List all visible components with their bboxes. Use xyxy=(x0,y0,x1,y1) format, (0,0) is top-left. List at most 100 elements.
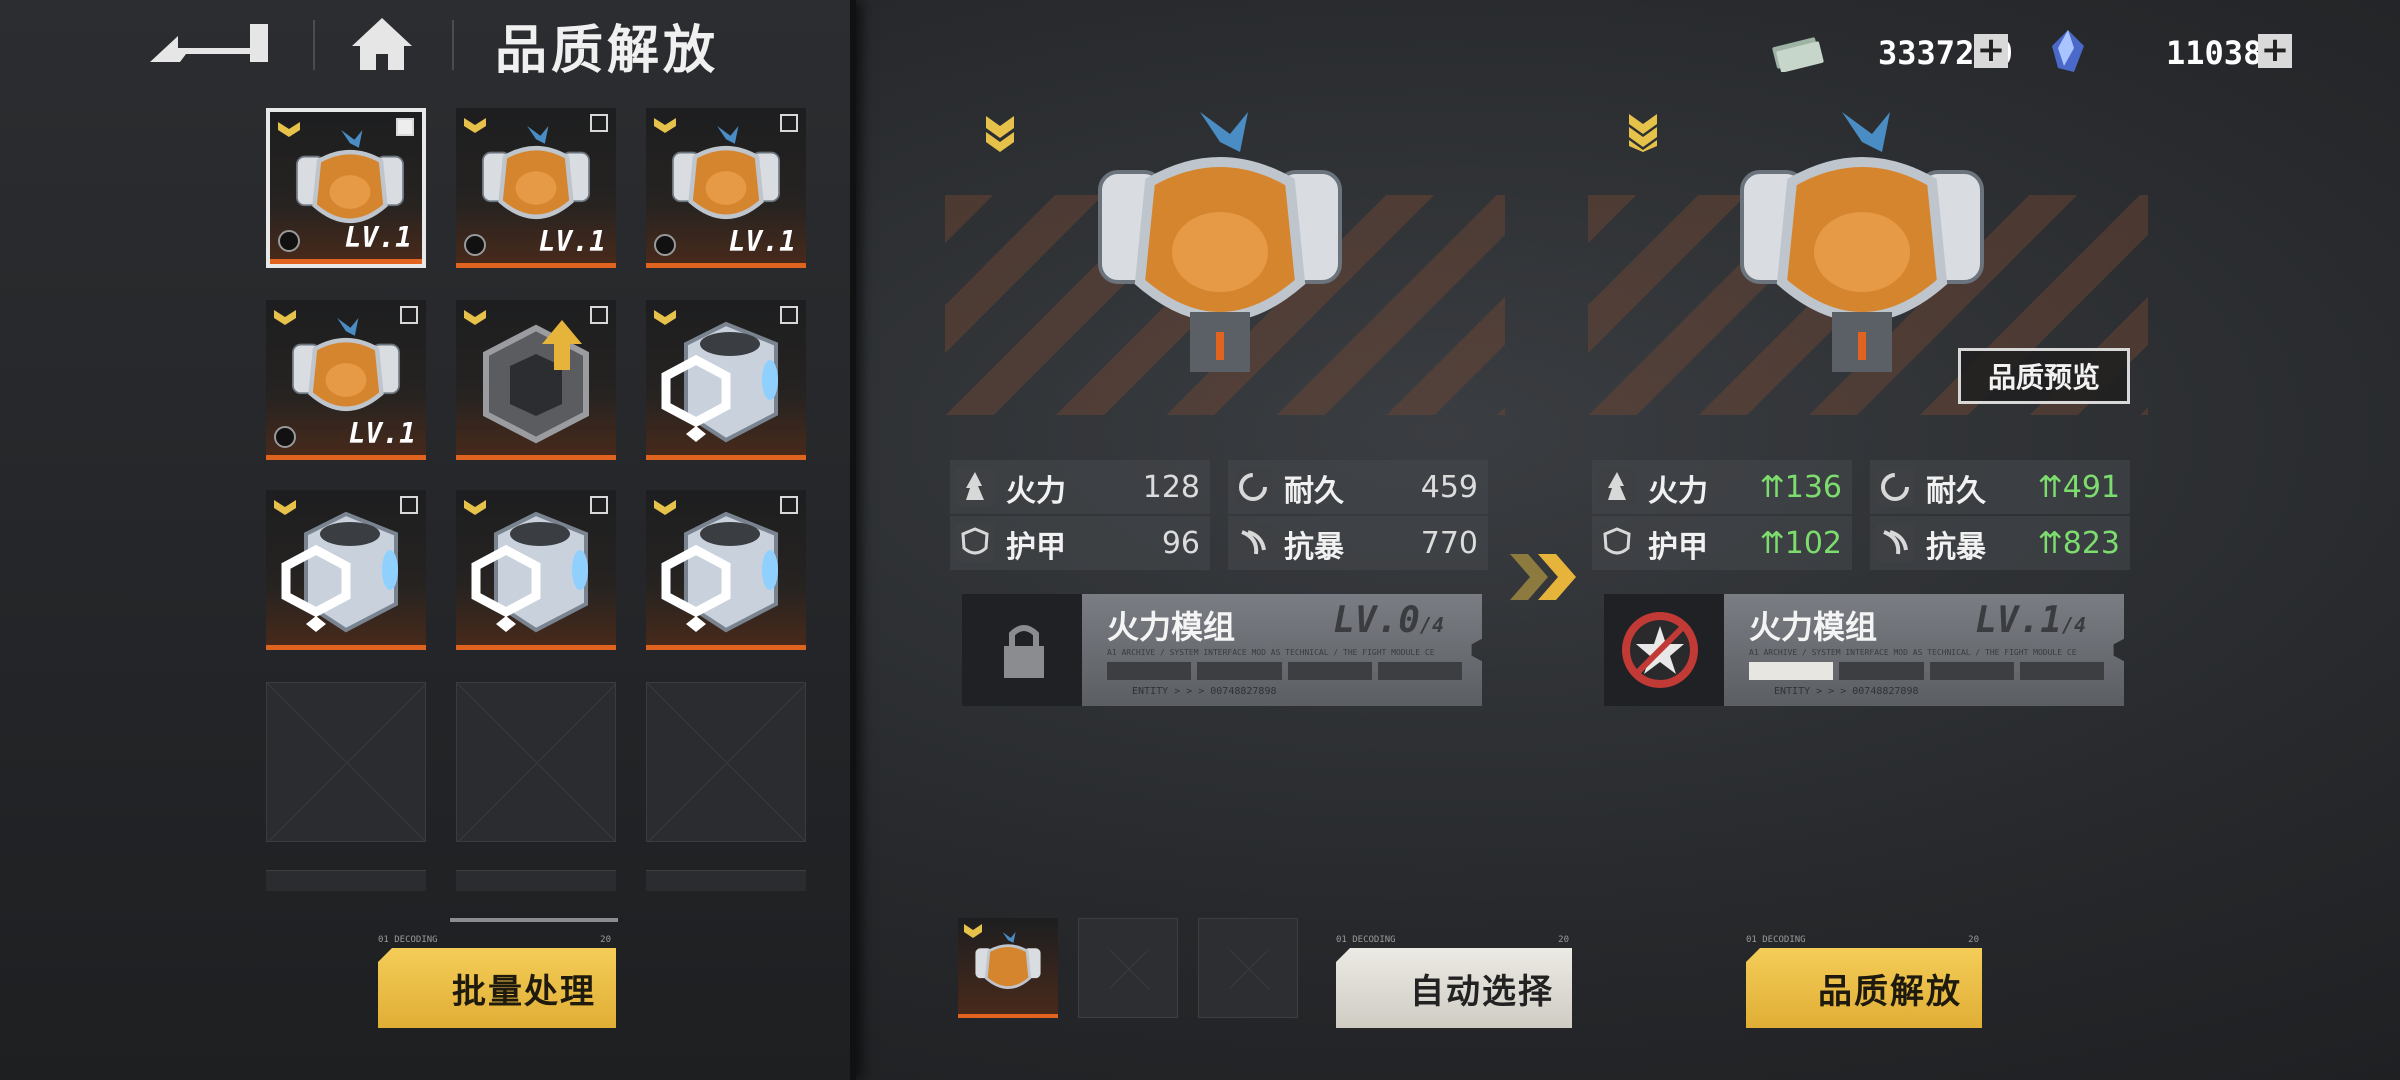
item-level: LV.1 xyxy=(344,221,412,254)
module-progress-segment xyxy=(1197,662,1282,680)
rank-badge-icon xyxy=(1629,114,1657,152)
armor-icon xyxy=(956,524,994,562)
module-code: ENTITY > > > 00748827898 xyxy=(1132,686,1277,697)
empty-slot xyxy=(266,682,426,842)
stat-name: 火力 xyxy=(1648,474,1708,509)
module-name: 火力模组 xyxy=(1107,608,1236,646)
stat-value: 136 xyxy=(1784,470,1842,505)
core-orb-icon xyxy=(278,230,300,252)
add-credits-button[interactable]: + xyxy=(1974,33,2008,68)
stat-durability: 耐久 ⇈491 xyxy=(1870,460,2130,514)
material-slot-empty[interactable] xyxy=(1198,918,1298,1018)
quality-preview-button[interactable]: 品质预览 xyxy=(1958,348,2130,404)
stat-firepower: 火力 128 xyxy=(950,460,1210,514)
durability-icon xyxy=(1234,468,1272,506)
lock-icon xyxy=(1004,625,1044,678)
stat-value-up: ⇈102 xyxy=(1759,526,1842,561)
stat-name: 耐久 xyxy=(1284,474,1344,509)
empty-slot xyxy=(456,870,616,891)
inventory-slot[interactable] xyxy=(646,490,806,650)
stat-name: 耐久 xyxy=(1926,474,1986,509)
button-caption: 01 DECODING 20 xyxy=(1336,935,1569,945)
stat-value: 770 xyxy=(1420,526,1478,561)
page-title: 品质解放 xyxy=(495,21,720,81)
inventory-slot[interactable] xyxy=(646,300,806,460)
empty-slot xyxy=(456,682,616,842)
mech-thumbnail xyxy=(975,932,1041,989)
component-cube-icon xyxy=(281,511,398,633)
back-arrow-icon xyxy=(150,24,268,62)
stat-value: 491 xyxy=(2062,470,2120,505)
stat-value: 102 xyxy=(1784,526,1842,561)
batch-process-button[interactable]: 批量处理 xyxy=(378,948,616,1028)
module-progress-segment xyxy=(1377,662,1462,680)
stat-armor: 护甲 ⇈102 xyxy=(1592,516,1852,570)
inventory-slot[interactable]: LV.1 xyxy=(266,300,426,460)
button-caption: 01 DECODING 20 xyxy=(1746,935,1979,945)
stat-value: 823 xyxy=(2062,526,2120,561)
stat-armor: 护甲 96 xyxy=(950,516,1210,570)
armor-icon xyxy=(1598,524,1636,562)
inventory-slot[interactable] xyxy=(456,300,616,460)
durability-icon xyxy=(1876,468,1914,506)
empty-slot xyxy=(646,870,806,891)
module-code: ENTITY > > > 00748827898 xyxy=(1774,686,1919,697)
stat-value-up: ⇈823 xyxy=(2037,526,2120,561)
current-module-card: 火力模组 LV.0/4 A1 ARCHIVE / SYSTEM INTERFAC… xyxy=(962,594,1482,706)
scrollbar[interactable] xyxy=(450,918,618,922)
home-button[interactable] xyxy=(350,14,414,74)
core-orb-icon xyxy=(274,426,296,448)
crit-resist-icon xyxy=(1234,524,1272,562)
current-mech-image xyxy=(1098,112,1342,372)
stat-name: 火力 xyxy=(1006,474,1066,509)
inventory-slot[interactable] xyxy=(266,490,426,650)
stat-value-up: ⇈491 xyxy=(2037,470,2120,505)
inventory-slot[interactable]: LV.1 xyxy=(456,108,616,268)
header-divider xyxy=(452,20,454,70)
stat-firepower: 火力 ⇈136 xyxy=(1592,460,1852,514)
module-progress-segment xyxy=(1287,662,1372,680)
stat-value: 459 xyxy=(1420,470,1478,505)
module-progress-segment xyxy=(1749,662,1834,680)
module-name: 火力模组 xyxy=(1749,608,1878,646)
component-cube-icon xyxy=(661,511,778,633)
empty-slot xyxy=(646,682,806,842)
module-level: LV.0/4 xyxy=(1333,600,1444,641)
module-fine-print: A1 ARCHIVE / SYSTEM INTERFACE MOD AS TEC… xyxy=(1749,648,2077,657)
add-crystal-button[interactable]: + xyxy=(2258,33,2292,68)
stat-name: 护甲 xyxy=(1648,530,1708,565)
crit-resist-icon xyxy=(1876,524,1914,562)
empty-slot xyxy=(266,870,426,891)
core-orb-icon xyxy=(464,234,486,256)
stat-value-up: ⇈136 xyxy=(1759,470,1842,505)
quality-release-button[interactable]: 品质解放 xyxy=(1746,948,1982,1028)
auto-select-button[interactable]: 自动选择 xyxy=(1336,948,1572,1028)
material-slot[interactable] xyxy=(958,918,1058,1018)
item-level: LV.1 xyxy=(538,225,606,258)
inventory-slot[interactable] xyxy=(456,490,616,650)
module-progress-segment xyxy=(1839,662,1924,680)
module-progress-segment xyxy=(1107,662,1192,680)
module-icon-area xyxy=(1604,594,1724,706)
module-icon-area xyxy=(962,594,1082,706)
upgrade-arrow-icon xyxy=(1510,554,1576,600)
module-progress-bar xyxy=(1749,662,2104,680)
stat-name: 抗暴 xyxy=(1284,530,1344,565)
component-cube-icon xyxy=(471,511,588,633)
module-fine-print: A1 ARCHIVE / SYSTEM INTERFACE MOD AS TEC… xyxy=(1107,648,1435,657)
firepower-icon xyxy=(956,468,994,506)
inventory-slot[interactable]: LV.1 xyxy=(646,108,806,268)
module-progress-segment xyxy=(2019,662,2104,680)
upgrade-material-icon xyxy=(483,320,589,444)
stat-durability: 耐久 459 xyxy=(1228,460,1488,514)
item-level: LV.1 xyxy=(348,417,416,450)
cash-icon xyxy=(1772,37,1824,72)
firepower-icon xyxy=(1598,468,1636,506)
stat-crit-resist: 抗暴 770 xyxy=(1228,516,1488,570)
module-progress-bar xyxy=(1107,662,1462,680)
material-slot-empty[interactable] xyxy=(1078,918,1178,1018)
inventory-slot[interactable]: LV.1 xyxy=(266,108,426,268)
core-orb-icon xyxy=(654,234,676,256)
header-divider xyxy=(313,20,315,70)
back-button[interactable] xyxy=(150,18,280,70)
